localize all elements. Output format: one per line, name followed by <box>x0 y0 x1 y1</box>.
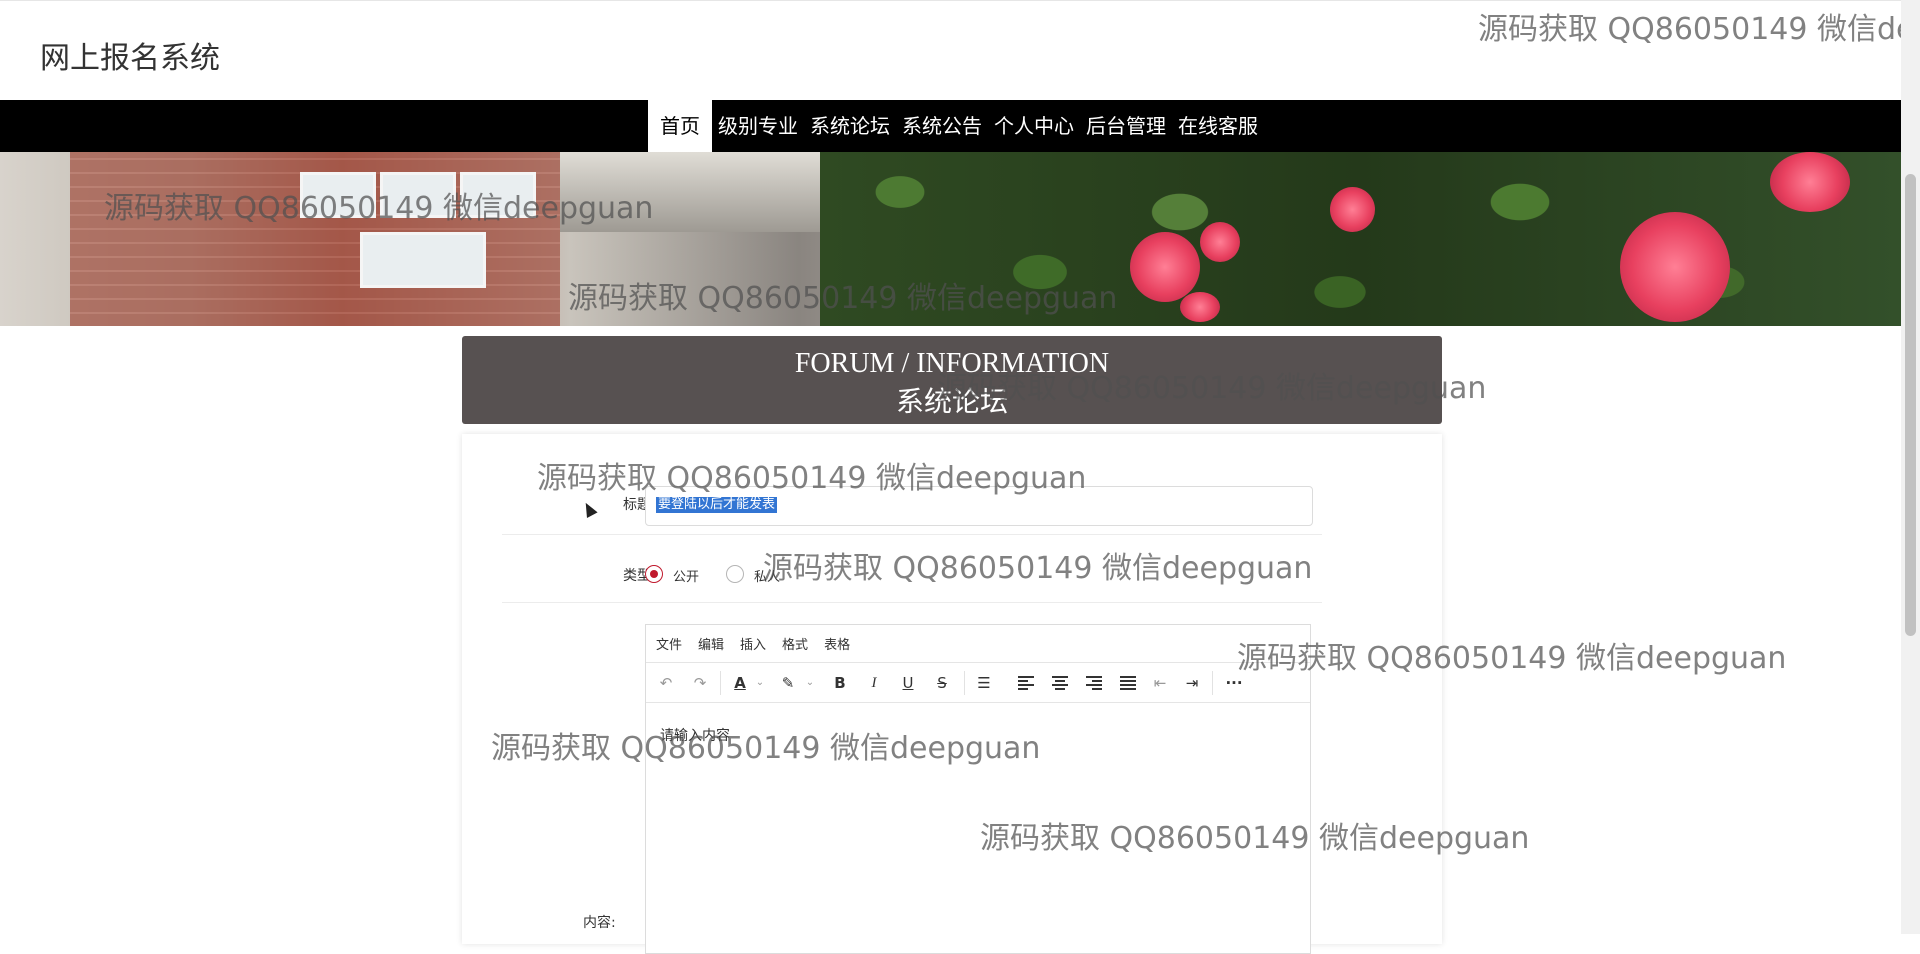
nav-item-home[interactable]: 首页 <box>648 100 712 152</box>
strikethrough-icon[interactable]: S <box>930 671 954 695</box>
banner-flower <box>1770 152 1850 212</box>
banner-window <box>460 172 536 218</box>
editor-toolbar: ↶ ↷ A ⌄ ✎ ⌄ B I U S ☰ ⇤ ⇥ ··· <box>646 663 1310 703</box>
section-title-en: FORUM / INFORMATION <box>794 348 1110 379</box>
underline-icon[interactable]: U <box>896 671 920 695</box>
list-icon[interactable]: ☰ <box>972 671 996 695</box>
content-label: 内容: <box>583 915 616 931</box>
banner-image <box>0 152 1901 326</box>
nav-item-forum[interactable]: 系统论坛 <box>804 100 896 152</box>
highlight-icon[interactable]: ✎ <box>776 671 800 695</box>
more-icon[interactable]: ··· <box>1222 671 1246 695</box>
header: 网上报名系统 <box>0 0 1901 101</box>
section-title-cn: 系统论坛 <box>895 385 1008 418</box>
scrollbar-thumb[interactable] <box>1905 174 1916 636</box>
title-input[interactable]: 要登陆以后才能发表 <box>645 486 1313 526</box>
italic-icon[interactable]: I <box>862 671 886 695</box>
nav-item-levels[interactable]: 级别专业 <box>712 100 804 152</box>
nav-item-support[interactable]: 在线客服 <box>1172 100 1264 152</box>
editor-menubar: 文件 编辑 插入 格式 表格 <box>646 625 1310 663</box>
bold-icon[interactable]: B <box>828 671 852 695</box>
chevron-down-icon[interactable]: ⌄ <box>798 671 822 695</box>
banner-flower <box>1330 187 1375 232</box>
nav-items: 首页 级别专业 系统论坛 系统公告 个人中心 后台管理 在线客服 <box>648 100 1264 152</box>
align-left-icon[interactable] <box>1018 676 1034 690</box>
nav-item-admin[interactable]: 后台管理 <box>1080 100 1172 152</box>
banner-flower <box>1200 222 1240 262</box>
banner-window <box>300 172 376 218</box>
undo-icon[interactable]: ↶ <box>654 671 678 695</box>
banner-roof <box>560 152 820 232</box>
menu-format[interactable]: 格式 <box>782 634 808 653</box>
toolbar-divider <box>1212 671 1213 695</box>
type-private-label: 私人 <box>754 570 781 585</box>
banner-window <box>360 232 486 288</box>
chevron-down-icon[interactable]: ⌄ <box>748 671 772 695</box>
redo-icon[interactable]: ↷ <box>688 671 712 695</box>
post-form: 标题: 要登陆以后才能发表 类型: 公开 私人 文件 编辑 插入 格式 表格 ↶… <box>462 434 1442 954</box>
outdent-icon[interactable]: ⇤ <box>1148 671 1172 695</box>
banner-flower <box>1180 292 1220 322</box>
toolbar-divider <box>964 671 965 695</box>
page-scrollbar[interactable] <box>1901 0 1920 934</box>
menu-insert[interactable]: 插入 <box>740 634 766 653</box>
indent-icon[interactable]: ⇥ <box>1180 671 1204 695</box>
nav-item-announcements[interactable]: 系统公告 <box>896 100 988 152</box>
menu-file[interactable]: 文件 <box>656 634 682 653</box>
type-private-radio[interactable] <box>726 565 744 583</box>
title-input-value: 要登陆以后才能发表 <box>656 497 778 513</box>
banner-window <box>380 172 456 218</box>
nav-bar: 首页 级别专业 系统论坛 系统公告 个人中心 后台管理 在线客服 <box>0 100 1901 152</box>
rich-text-editor: 文件 编辑 插入 格式 表格 ↶ ↷ A ⌄ ✎ ⌄ B I U S ☰ ⇤ ⇥ <box>645 624 1311 954</box>
align-justify-icon[interactable] <box>1120 676 1136 690</box>
menu-table[interactable]: 表格 <box>824 634 850 653</box>
menu-edit[interactable]: 编辑 <box>698 634 724 653</box>
site-title: 网上报名系统 <box>40 41 220 76</box>
banner-flower <box>1130 232 1200 302</box>
type-row: 类型: <box>502 534 1322 603</box>
banner-foliage <box>820 152 1901 326</box>
banner-flower <box>1620 212 1730 322</box>
nav-item-profile[interactable]: 个人中心 <box>988 100 1080 152</box>
editor-content[interactable]: 请输入内容 <box>660 725 730 745</box>
type-public-radio[interactable] <box>645 565 663 583</box>
section-header: FORUM / INFORMATION 系统论坛 <box>462 336 1442 424</box>
toolbar-divider <box>720 671 721 695</box>
align-right-icon[interactable] <box>1086 676 1102 690</box>
type-public-label: 公开 <box>673 570 700 585</box>
align-center-icon[interactable] <box>1052 676 1068 690</box>
